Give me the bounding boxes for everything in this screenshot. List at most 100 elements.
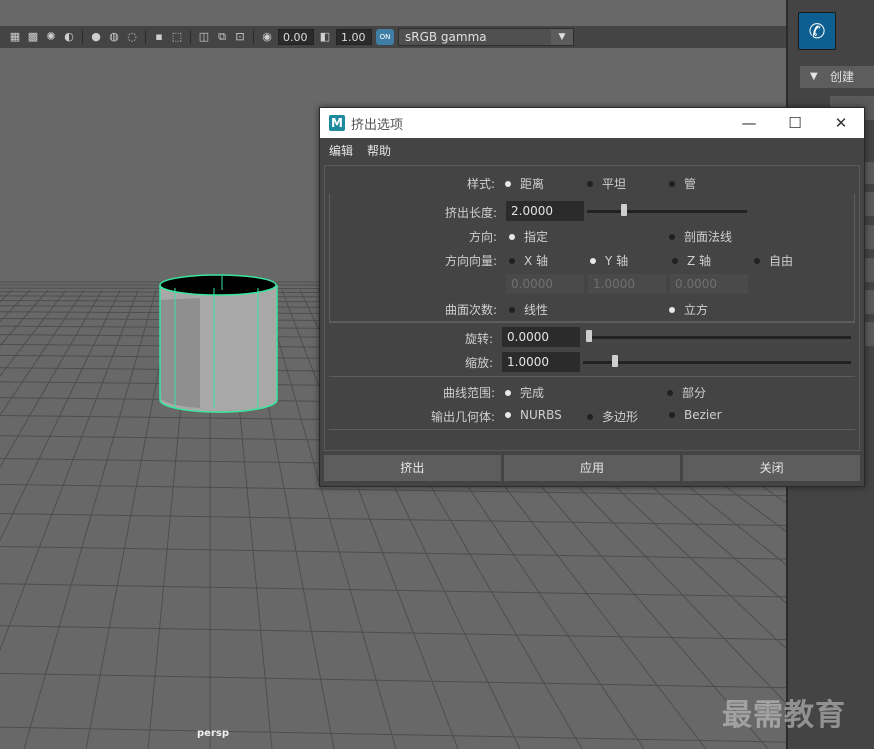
radio-dot [669, 180, 675, 187]
radio-dot [669, 233, 675, 240]
menu-edit[interactable]: 编辑 [329, 142, 353, 159]
grid-line [0, 289, 121, 542]
exposure-icon[interactable]: ◉ [260, 30, 274, 44]
dialog-menubar: 编辑 帮助 [320, 138, 864, 162]
grid-line [0, 513, 786, 527]
vector-radio-free[interactable]: 自由 [754, 252, 793, 269]
vector-x-field: 0.0000 [506, 274, 584, 294]
radio-dot [587, 413, 593, 420]
vector-radio-x[interactable]: X 轴 [509, 252, 548, 269]
radio-label: 多边形 [602, 410, 639, 424]
style-radio-tube[interactable]: 管 [669, 175, 696, 192]
shaded-cube-icon[interactable]: ▦ [8, 30, 22, 44]
curve-range-radio-complete[interactable]: 完成 [505, 384, 544, 401]
output-radio-polygon[interactable]: 多边形 [587, 408, 638, 425]
radio-dot [669, 306, 675, 313]
extrude-button[interactable]: 挤出 [324, 455, 501, 481]
shadow-icon[interactable]: ◐ [62, 30, 76, 44]
style-radio-flat[interactable]: 平坦 [587, 175, 626, 192]
color-space-dropdown[interactable]: sRGB gamma ▼ [398, 28, 574, 46]
vector-radio-y[interactable]: Y 轴 [590, 252, 628, 269]
degree-radio-linear[interactable]: 线性 [509, 301, 548, 318]
length-label: 挤出长度: [444, 206, 497, 220]
checker-icon[interactable]: ▩ [26, 30, 40, 44]
style-radio-distance[interactable]: 距离 [505, 175, 544, 192]
radio-label: 线性 [524, 303, 549, 317]
grid-line [0, 672, 786, 689]
light-bulb-icon[interactable]: ✺ [44, 30, 58, 44]
divider [329, 376, 855, 377]
radio-label: Y 轴 [605, 254, 629, 268]
antialias-icon[interactable]: ◌ [125, 30, 139, 44]
close-icon[interactable]: ✕ [818, 108, 864, 138]
direction-radio-specify[interactable]: 指定 [509, 228, 548, 245]
length-slider[interactable] [587, 210, 747, 213]
radio-label: 部分 [682, 386, 707, 400]
style-label: 样式: [466, 177, 495, 191]
length-slider-handle[interactable] [620, 204, 627, 216]
color-management-toggle[interactable]: ON [376, 29, 394, 45]
cylinder-shade [160, 298, 200, 408]
autodesk-logo-icon[interactable]: ✆ [798, 12, 836, 50]
output-radio-nurbs[interactable]: NURBS [505, 408, 562, 422]
radio-label: NURBS [520, 408, 562, 422]
radio-label: 自由 [769, 254, 794, 268]
close-button[interactable]: 关闭 [683, 455, 861, 481]
output-radio-bezier[interactable]: Bezier [669, 408, 722, 422]
rotation-input[interactable]: 0.0000 [502, 327, 580, 347]
grid-line [0, 545, 786, 560]
length-input[interactable]: 2.0000 [506, 201, 584, 221]
gamma-icon[interactable]: ◧ [318, 30, 332, 44]
toolbar-separator [82, 30, 83, 44]
exposure-field[interactable]: 0.00 [278, 29, 314, 45]
color-space-value: sRGB gamma [405, 30, 487, 44]
vector-z-field: 0.0000 [670, 274, 748, 294]
dialog-button-row: 挤出 应用 关闭 [324, 455, 861, 483]
direction-radio-profile-normal[interactable]: 剖面法线 [669, 228, 732, 245]
menu-help[interactable]: 帮助 [367, 142, 391, 159]
dialog-options-area: 样式: 距离 平坦 管 挤出长度: 2.0000 方向: 指定 剖面法线 方向向… [324, 165, 860, 451]
degree-radio-cubic[interactable]: 立方 [669, 301, 708, 318]
scale-input[interactable]: 1.0000 [502, 352, 580, 372]
radio-dot [509, 233, 515, 240]
output-label: 输出几何体: [430, 410, 495, 424]
frame-all-icon[interactable]: ⊡ [233, 30, 247, 44]
maximize-icon[interactable]: ☐ [772, 108, 818, 138]
rotation-slider-handle[interactable] [586, 330, 592, 342]
watermark: 最需教育 [722, 698, 846, 733]
radio-dot [509, 257, 515, 264]
curve-range-label: 曲线范围: [442, 386, 495, 400]
radio-label: 立方 [684, 303, 709, 317]
camera-attributes-icon[interactable]: ◫ [197, 30, 211, 44]
radio-dot [505, 389, 511, 396]
motion-blur-icon[interactable]: ◍ [107, 30, 121, 44]
radio-dot [587, 180, 593, 187]
gamma-field[interactable]: 1.00 [336, 29, 372, 45]
create-tab[interactable]: ▼ 创建 [800, 66, 874, 88]
dialog-title: 挤出选项 [351, 117, 404, 133]
radio-label: 平坦 [602, 177, 627, 191]
apply-button[interactable]: 应用 [503, 455, 681, 481]
rotation-slider[interactable] [586, 336, 851, 339]
isolate-select-icon[interactable]: ▪ [152, 30, 166, 44]
toolbar-separator [145, 30, 146, 44]
radio-label: 剖面法线 [684, 230, 733, 244]
xray-icon[interactable]: ⬚ [170, 30, 184, 44]
minimize-icon[interactable]: — [726, 108, 772, 138]
scale-slider[interactable] [583, 361, 851, 364]
ambient-occlusion-icon[interactable]: ● [89, 30, 103, 44]
chevron-down-icon: ▼ [551, 29, 573, 45]
grid-line [0, 289, 139, 652]
viewport-toolbar: ▦ ▩ ✺ ◐ ● ◍ ◌ ▪ ⬚ ◫ ⧉ ⊡ ◉ 0.00 ◧ 1.00 ON… [0, 26, 786, 48]
dialog-titlebar[interactable]: M 挤出选项 — ☐ ✕ [320, 108, 864, 138]
toolbar-separator [253, 30, 254, 44]
curve-range-radio-partial[interactable]: 部分 [667, 384, 706, 401]
cylinder-object[interactable] [159, 274, 278, 413]
radio-dot [672, 257, 678, 264]
bookmark-icon[interactable]: ⧉ [215, 30, 229, 44]
vector-radio-z[interactable]: Z 轴 [672, 252, 711, 269]
scale-slider-handle[interactable] [611, 355, 618, 367]
cylinder-top-rim [159, 274, 277, 296]
maya-logo-icon: M [329, 115, 345, 131]
radio-label: X 轴 [524, 254, 549, 268]
